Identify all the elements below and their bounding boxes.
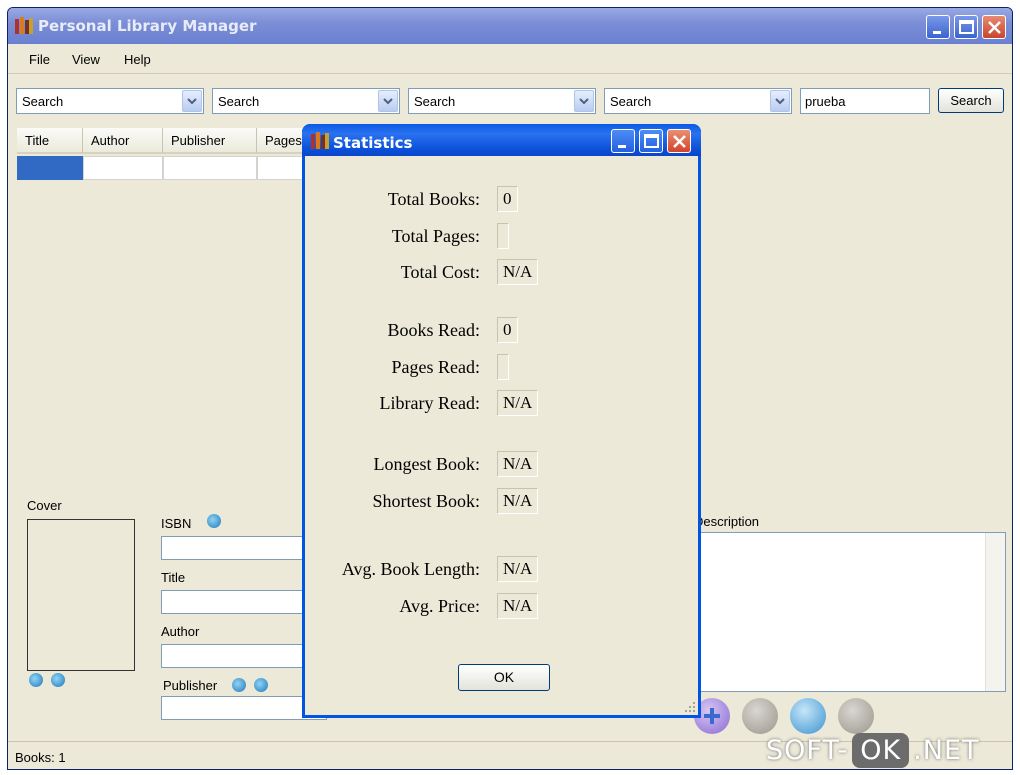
statistics-dialog: Statistics Total Books: 0 Total Pages: T… xyxy=(302,124,701,718)
stat-total-pages: Total Pages: xyxy=(305,223,704,249)
close-button[interactable] xyxy=(982,15,1006,39)
stat-library-read: Library Read: N/A xyxy=(305,390,704,416)
stat-value: N/A xyxy=(497,259,539,285)
menu-bar: File View Help xyxy=(8,44,1012,74)
maximize-button[interactable] xyxy=(954,15,978,39)
cover-image-box[interactable] xyxy=(27,519,135,671)
books-icon xyxy=(311,132,329,149)
minimize-icon xyxy=(933,31,941,34)
table-cell[interactable] xyxy=(83,156,163,180)
title-field[interactable] xyxy=(161,590,311,614)
stat-value: N/A xyxy=(497,556,539,582)
title-label: Title xyxy=(161,570,186,585)
books-icon xyxy=(15,17,33,34)
scrollbar[interactable] xyxy=(985,533,1005,691)
menu-file[interactable]: File xyxy=(29,52,50,67)
author-label: Author xyxy=(161,624,200,639)
maximize-icon xyxy=(959,20,974,34)
column-author[interactable]: Author xyxy=(83,128,163,154)
search-button[interactable]: Search xyxy=(938,88,1004,113)
search-field-select-3[interactable]: Search xyxy=(408,88,596,114)
stat-avg-price: Avg. Price: N/A xyxy=(305,593,704,619)
table-cell[interactable] xyxy=(163,156,257,180)
dialog-maximize-button[interactable] xyxy=(639,129,663,153)
search-field-select-1[interactable]: Search xyxy=(16,88,204,114)
ok-button[interactable]: OK xyxy=(458,664,550,691)
stat-value: N/A xyxy=(497,488,539,514)
chevron-down-icon[interactable] xyxy=(574,90,594,112)
publisher-label: Publisher xyxy=(163,678,218,693)
stat-value: 0 xyxy=(497,186,518,212)
stat-value xyxy=(497,354,509,380)
description-label: Description xyxy=(694,514,760,529)
watermark: SOFT- OK .NET xyxy=(766,732,980,768)
menu-view[interactable]: View xyxy=(72,52,100,67)
minimize-icon xyxy=(618,145,626,148)
close-icon xyxy=(673,135,686,148)
isbn-label: ISBN xyxy=(161,516,192,531)
stat-pages-read: Pages Read: xyxy=(305,354,704,380)
search-field-select-2[interactable]: Search xyxy=(212,88,400,114)
stat-shortest-book: Shortest Book: N/A xyxy=(305,488,704,514)
chevron-down-icon[interactable] xyxy=(770,90,790,112)
isbn-field[interactable] xyxy=(161,536,311,560)
stat-value: N/A xyxy=(497,593,539,619)
publisher-add-icon[interactable] xyxy=(232,678,246,692)
isbn-lookup-icon[interactable] xyxy=(207,514,221,528)
maximize-icon xyxy=(644,134,659,148)
title-bar: Personal Library Manager xyxy=(8,8,1012,44)
remove-cover-icon[interactable] xyxy=(51,673,65,687)
stat-value: N/A xyxy=(497,390,539,416)
search-field-select-4[interactable]: Search xyxy=(604,88,792,114)
load-cover-icon[interactable] xyxy=(29,673,43,687)
stat-value: N/A xyxy=(497,451,539,477)
stat-books-read: Books Read: 0 xyxy=(305,317,704,343)
chevron-down-icon[interactable] xyxy=(182,90,202,112)
description-textarea[interactable] xyxy=(694,532,1006,692)
books-count: Books: 1 xyxy=(15,750,66,765)
minimize-button[interactable] xyxy=(926,15,950,39)
stat-longest-book: Longest Book: N/A xyxy=(305,451,704,477)
table-cell-selected[interactable] xyxy=(17,156,83,180)
stat-avg-book-length: Avg. Book Length: N/A xyxy=(305,556,704,582)
resize-grip-icon[interactable] xyxy=(684,701,696,713)
author-field[interactable] xyxy=(161,644,311,668)
dialog-title-bar: Statistics xyxy=(302,124,701,156)
dialog-close-button[interactable] xyxy=(667,129,691,153)
cover-label: Cover xyxy=(27,498,62,513)
close-icon xyxy=(988,21,1001,34)
stat-value xyxy=(497,223,509,249)
dialog-minimize-button[interactable] xyxy=(611,129,635,153)
column-publisher[interactable]: Publisher xyxy=(163,128,257,154)
window-title: Personal Library Manager xyxy=(38,17,257,35)
stat-total-books: Total Books: 0 xyxy=(305,186,704,212)
column-title[interactable]: Title xyxy=(17,128,83,154)
menu-help[interactable]: Help xyxy=(124,52,151,67)
chevron-down-icon[interactable] xyxy=(378,90,398,112)
search-input[interactable]: prueba xyxy=(800,88,930,114)
stat-value: 0 xyxy=(497,317,518,343)
stat-total-cost: Total Cost: N/A xyxy=(305,259,704,285)
publisher-edit-icon[interactable] xyxy=(254,678,268,692)
dialog-title: Statistics xyxy=(333,134,413,152)
